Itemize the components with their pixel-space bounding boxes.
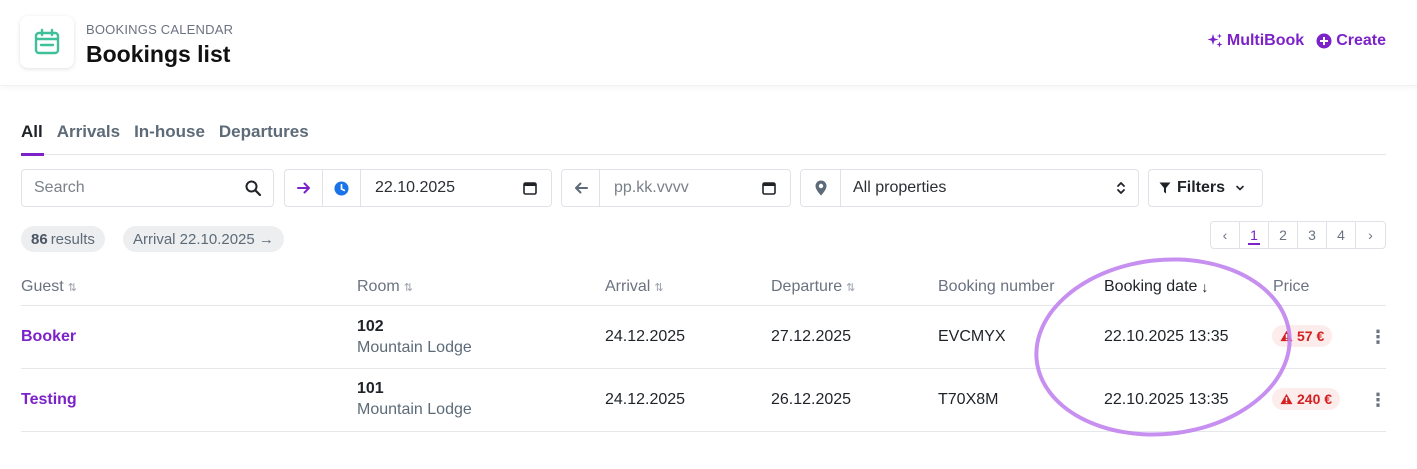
booking-tabs: All Arrivals In-house Departures <box>21 122 1386 156</box>
warning-icon <box>1280 393 1293 405</box>
search-input[interactable] <box>34 179 234 197</box>
divider <box>21 305 1386 306</box>
tab-all[interactable]: All <box>21 122 44 156</box>
price-badge: 57 € <box>1272 325 1333 347</box>
page-header: BOOKINGS CALENDAR Bookings list MultiBoo… <box>0 0 1417 86</box>
chevron-updown-icon <box>1117 182 1125 194</box>
column-header-booking-date[interactable]: Booking date ↓ <box>1104 278 1208 296</box>
pager-next-button[interactable]: › <box>1356 222 1385 248</box>
departure-date: 26.12.2025 <box>771 391 852 408</box>
departure-date: 27.12.2025 <box>771 328 852 345</box>
column-header-guest[interactable]: Guest ⇅ <box>21 278 77 296</box>
chevron-down-icon <box>1236 185 1244 191</box>
divider <box>21 431 1386 432</box>
arrival-date-filter <box>284 169 552 207</box>
pagination: ‹ 1 2 3 4 › <box>1210 221 1386 249</box>
guest-name-link[interactable]: Testing <box>21 391 77 409</box>
calendar-picker-icon[interactable] <box>762 181 776 195</box>
sort-icon: ⇅ <box>846 281 856 294</box>
results-count-badge: 86 results <box>21 226 105 252</box>
arrival-date-input[interactable] <box>375 179 505 197</box>
row-menu-icon[interactable]: ⋮ <box>1369 328 1387 346</box>
results-suffix: results <box>50 230 95 248</box>
tab-departures[interactable]: Departures <box>219 122 309 155</box>
warning-icon <box>1280 330 1293 342</box>
arrow-left-icon <box>562 170 600 206</box>
filters-label: Filters <box>1177 179 1226 196</box>
create-button[interactable]: Create <box>1316 32 1386 50</box>
multibook-button[interactable]: MultiBook <box>1207 32 1304 50</box>
room-name: Mountain Lodge <box>357 401 472 418</box>
active-filter-label: Arrival 22.10.2025 → <box>133 230 274 248</box>
arrival-date: 24.12.2025 <box>605 328 686 345</box>
price-badge: 240 € <box>1272 388 1341 410</box>
filters-button[interactable]: Filters <box>1148 169 1263 207</box>
arrow-right-icon <box>285 170 323 206</box>
create-label: Create <box>1336 32 1386 49</box>
plus-circle-icon <box>1316 33 1332 49</box>
pager-page-2[interactable]: 2 <box>1269 222 1298 248</box>
guest-name-link[interactable]: Booker <box>21 328 76 346</box>
tab-arrivals[interactable]: Arrivals <box>57 122 120 155</box>
sort-icon: ⇅ <box>403 281 413 294</box>
column-header-room[interactable]: Room ⇅ <box>357 278 413 296</box>
clock-icon[interactable] <box>323 170 361 206</box>
pager-prev-button[interactable]: ‹ <box>1211 222 1240 248</box>
price-value: 240 € <box>1297 391 1333 407</box>
filter-icon <box>1159 182 1171 194</box>
sort-icon: ⇅ <box>67 281 77 294</box>
room-name: Mountain Lodge <box>357 339 472 356</box>
results-count: 86 <box>31 230 48 248</box>
column-header-arrival[interactable]: Arrival ⇅ <box>605 278 664 296</box>
sort-desc-icon: ↓ <box>1201 279 1209 295</box>
departure-date-filter <box>561 169 791 207</box>
row-menu-icon[interactable]: ⋮ <box>1369 391 1387 409</box>
column-header-booking-number[interactable]: Booking number <box>938 278 1055 296</box>
sparkle-icon <box>1207 33 1223 48</box>
map-pin-icon <box>801 170 841 206</box>
pager-page-4[interactable]: 4 <box>1327 222 1356 248</box>
multibook-label: MultiBook <box>1226 32 1305 49</box>
arrival-date: 24.12.2025 <box>605 391 686 408</box>
tab-in-house[interactable]: In-house <box>134 122 205 155</box>
room-number: 101 <box>357 380 384 397</box>
booking-number: EVCMYX <box>938 328 1006 345</box>
breadcrumb[interactable]: BOOKINGS CALENDAR <box>86 22 233 37</box>
booking-number: T70X8M <box>938 391 999 408</box>
departure-date-input[interactable] <box>614 179 744 197</box>
pager-page-3[interactable]: 3 <box>1298 222 1327 248</box>
booking-date: 22.10.2025 13:35 <box>1104 328 1229 345</box>
annotation-circle <box>1025 245 1301 449</box>
column-header-price: Price <box>1273 278 1310 295</box>
search-field <box>21 169 274 207</box>
search-icon[interactable] <box>245 180 261 196</box>
column-header-departure[interactable]: Departure ⇅ <box>771 278 855 296</box>
calendar-picker-icon[interactable] <box>523 181 537 195</box>
calendar-icon <box>20 16 74 68</box>
property-select[interactable]: All properties <box>800 169 1139 207</box>
booking-date: 22.10.2025 13:35 <box>1104 391 1229 408</box>
room-number: 102 <box>357 318 384 335</box>
sort-icon: ⇅ <box>654 281 664 294</box>
pager-page-1[interactable]: 1 <box>1240 222 1269 248</box>
divider <box>21 368 1386 369</box>
page-title: Bookings list <box>86 41 231 67</box>
active-filter-chip[interactable]: Arrival 22.10.2025 → <box>123 226 284 252</box>
price-value: 57 € <box>1297 328 1325 344</box>
property-select-value: All properties <box>853 179 947 196</box>
